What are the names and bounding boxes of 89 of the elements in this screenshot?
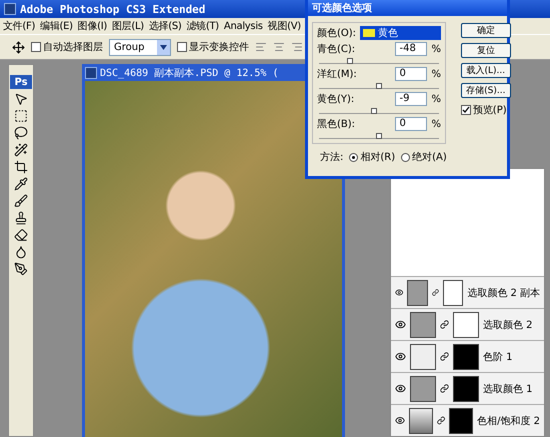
layer-row[interactable]: 色阶 1 bbox=[391, 340, 544, 372]
slider-label: 洋红(M): bbox=[317, 68, 357, 81]
menu-item[interactable]: 图层(L) bbox=[112, 19, 144, 33]
menu-item[interactable]: 滤镜(T) bbox=[186, 19, 219, 33]
dialog-button[interactable]: 复位 bbox=[460, 43, 511, 58]
method-label: 方法: bbox=[320, 150, 344, 164]
link-icon bbox=[440, 320, 449, 329]
tool-icon[interactable] bbox=[14, 262, 28, 276]
percent-unit: % bbox=[431, 118, 441, 130]
radio-label: 绝对(A) bbox=[412, 150, 447, 164]
caret-icon[interactable] bbox=[157, 40, 170, 54]
value-field[interactable]: -9 bbox=[395, 92, 428, 106]
tool-icon[interactable] bbox=[14, 211, 28, 225]
slider-label: 黄色(Y): bbox=[317, 92, 354, 106]
checkbox[interactable] bbox=[31, 42, 41, 52]
tool-icon[interactable] bbox=[14, 245, 28, 259]
link-icon bbox=[436, 416, 446, 425]
percent-unit: % bbox=[431, 94, 441, 104]
eye-icon[interactable] bbox=[395, 319, 406, 330]
eye-icon[interactable] bbox=[395, 383, 406, 394]
value-field[interactable]: 0 bbox=[395, 67, 428, 81]
dialog-button[interactable]: 载入(L)... bbox=[460, 63, 511, 78]
color-label: 颜色(O): bbox=[317, 26, 356, 40]
tool-icon[interactable] bbox=[14, 92, 28, 106]
radio-label: 相对(R) bbox=[360, 150, 396, 164]
layer-name: 选取颜色 1 bbox=[483, 382, 533, 396]
document-title: DSC_4689 副本副本.PSD @ 12.5% ( bbox=[100, 66, 278, 80]
layer-row[interactable]: 选取颜色 2 副本 bbox=[391, 276, 544, 308]
slider-thumb[interactable] bbox=[376, 83, 382, 89]
layer-row[interactable]: 选取颜色 2 bbox=[391, 308, 544, 340]
layer-name: 色阶 1 bbox=[483, 350, 513, 364]
align-icon[interactable] bbox=[255, 41, 267, 53]
tool-icon[interactable] bbox=[14, 143, 28, 157]
menu-item[interactable]: 选择(S) bbox=[148, 19, 182, 33]
menu-item[interactable]: Analysis bbox=[224, 20, 263, 32]
window-title: Adobe Photoshop CS3 Extended bbox=[20, 2, 206, 16]
layer-name: 色相/饱和度 2 bbox=[477, 414, 540, 428]
adjustment-thumbnail bbox=[407, 280, 428, 306]
adjustment-thumbnail bbox=[410, 376, 436, 402]
tool-icon[interactable] bbox=[14, 194, 28, 208]
link-icon bbox=[432, 288, 439, 297]
dialog-title: 可选颜色选项 bbox=[308, 0, 507, 16]
menu-item[interactable]: 图像(I) bbox=[78, 19, 107, 33]
menu-item[interactable]: 视图(V) bbox=[268, 19, 301, 33]
app-icon bbox=[4, 3, 16, 15]
link-icon bbox=[440, 384, 449, 393]
color-select[interactable]: 黄色 bbox=[360, 26, 441, 40]
slider-thumb[interactable] bbox=[370, 108, 377, 114]
layer-row[interactable]: 色相/饱和度 2 bbox=[391, 404, 544, 436]
slider-thumb[interactable] bbox=[376, 133, 382, 139]
tool-icon[interactable] bbox=[14, 177, 28, 191]
percent-unit: % bbox=[431, 44, 441, 54]
dialog-button[interactable]: 确定 bbox=[460, 23, 511, 38]
tool-icon[interactable] bbox=[14, 228, 28, 242]
adjustment-thumbnail bbox=[409, 408, 433, 434]
link-icon bbox=[440, 352, 449, 361]
radio-button[interactable] bbox=[401, 152, 410, 162]
menu-item[interactable]: 文件(F) bbox=[3, 19, 36, 33]
align-icon[interactable] bbox=[273, 41, 285, 53]
checkbox-label: 预览(P) bbox=[472, 104, 507, 117]
slider-thumb[interactable] bbox=[347, 58, 354, 64]
ps-logo: Ps bbox=[10, 75, 32, 89]
slider-label: 黑色(B): bbox=[317, 118, 356, 131]
tool-icon[interactable] bbox=[14, 160, 28, 174]
document-icon bbox=[85, 66, 97, 78]
move-tool-icon[interactable] bbox=[12, 40, 25, 54]
checkbox[interactable] bbox=[177, 42, 187, 52]
align-icon[interactable] bbox=[291, 41, 303, 53]
checkbox-label: 自动选择图层 bbox=[43, 40, 103, 54]
percent-unit: % bbox=[431, 68, 441, 80]
tool-icon[interactable] bbox=[14, 109, 28, 123]
radio-button[interactable] bbox=[349, 152, 358, 162]
value-field[interactable]: 0 bbox=[395, 117, 428, 131]
layer-name: 选取颜色 2 副本 bbox=[467, 286, 540, 300]
dialog-button[interactable]: 存储(S)... bbox=[460, 83, 511, 98]
tool-icon[interactable] bbox=[14, 126, 28, 140]
layer-row[interactable]: 选取颜色 1 bbox=[391, 372, 544, 404]
slider-label: 青色(C): bbox=[317, 42, 356, 56]
eye-icon[interactable] bbox=[395, 351, 406, 362]
adjustment-thumbnail bbox=[410, 344, 436, 370]
menu-item[interactable]: 编辑(E) bbox=[40, 19, 73, 33]
value-field[interactable]: -48 bbox=[395, 42, 428, 56]
eye-icon[interactable] bbox=[395, 287, 404, 298]
eye-icon[interactable] bbox=[395, 415, 406, 426]
layer-name: 选取颜色 2 bbox=[483, 318, 533, 332]
checkbox-label: 显示变换控件 bbox=[189, 40, 249, 54]
adjustment-thumbnail bbox=[410, 312, 436, 338]
checkbox[interactable] bbox=[460, 105, 471, 115]
group-select[interactable]: Group bbox=[109, 38, 171, 56]
